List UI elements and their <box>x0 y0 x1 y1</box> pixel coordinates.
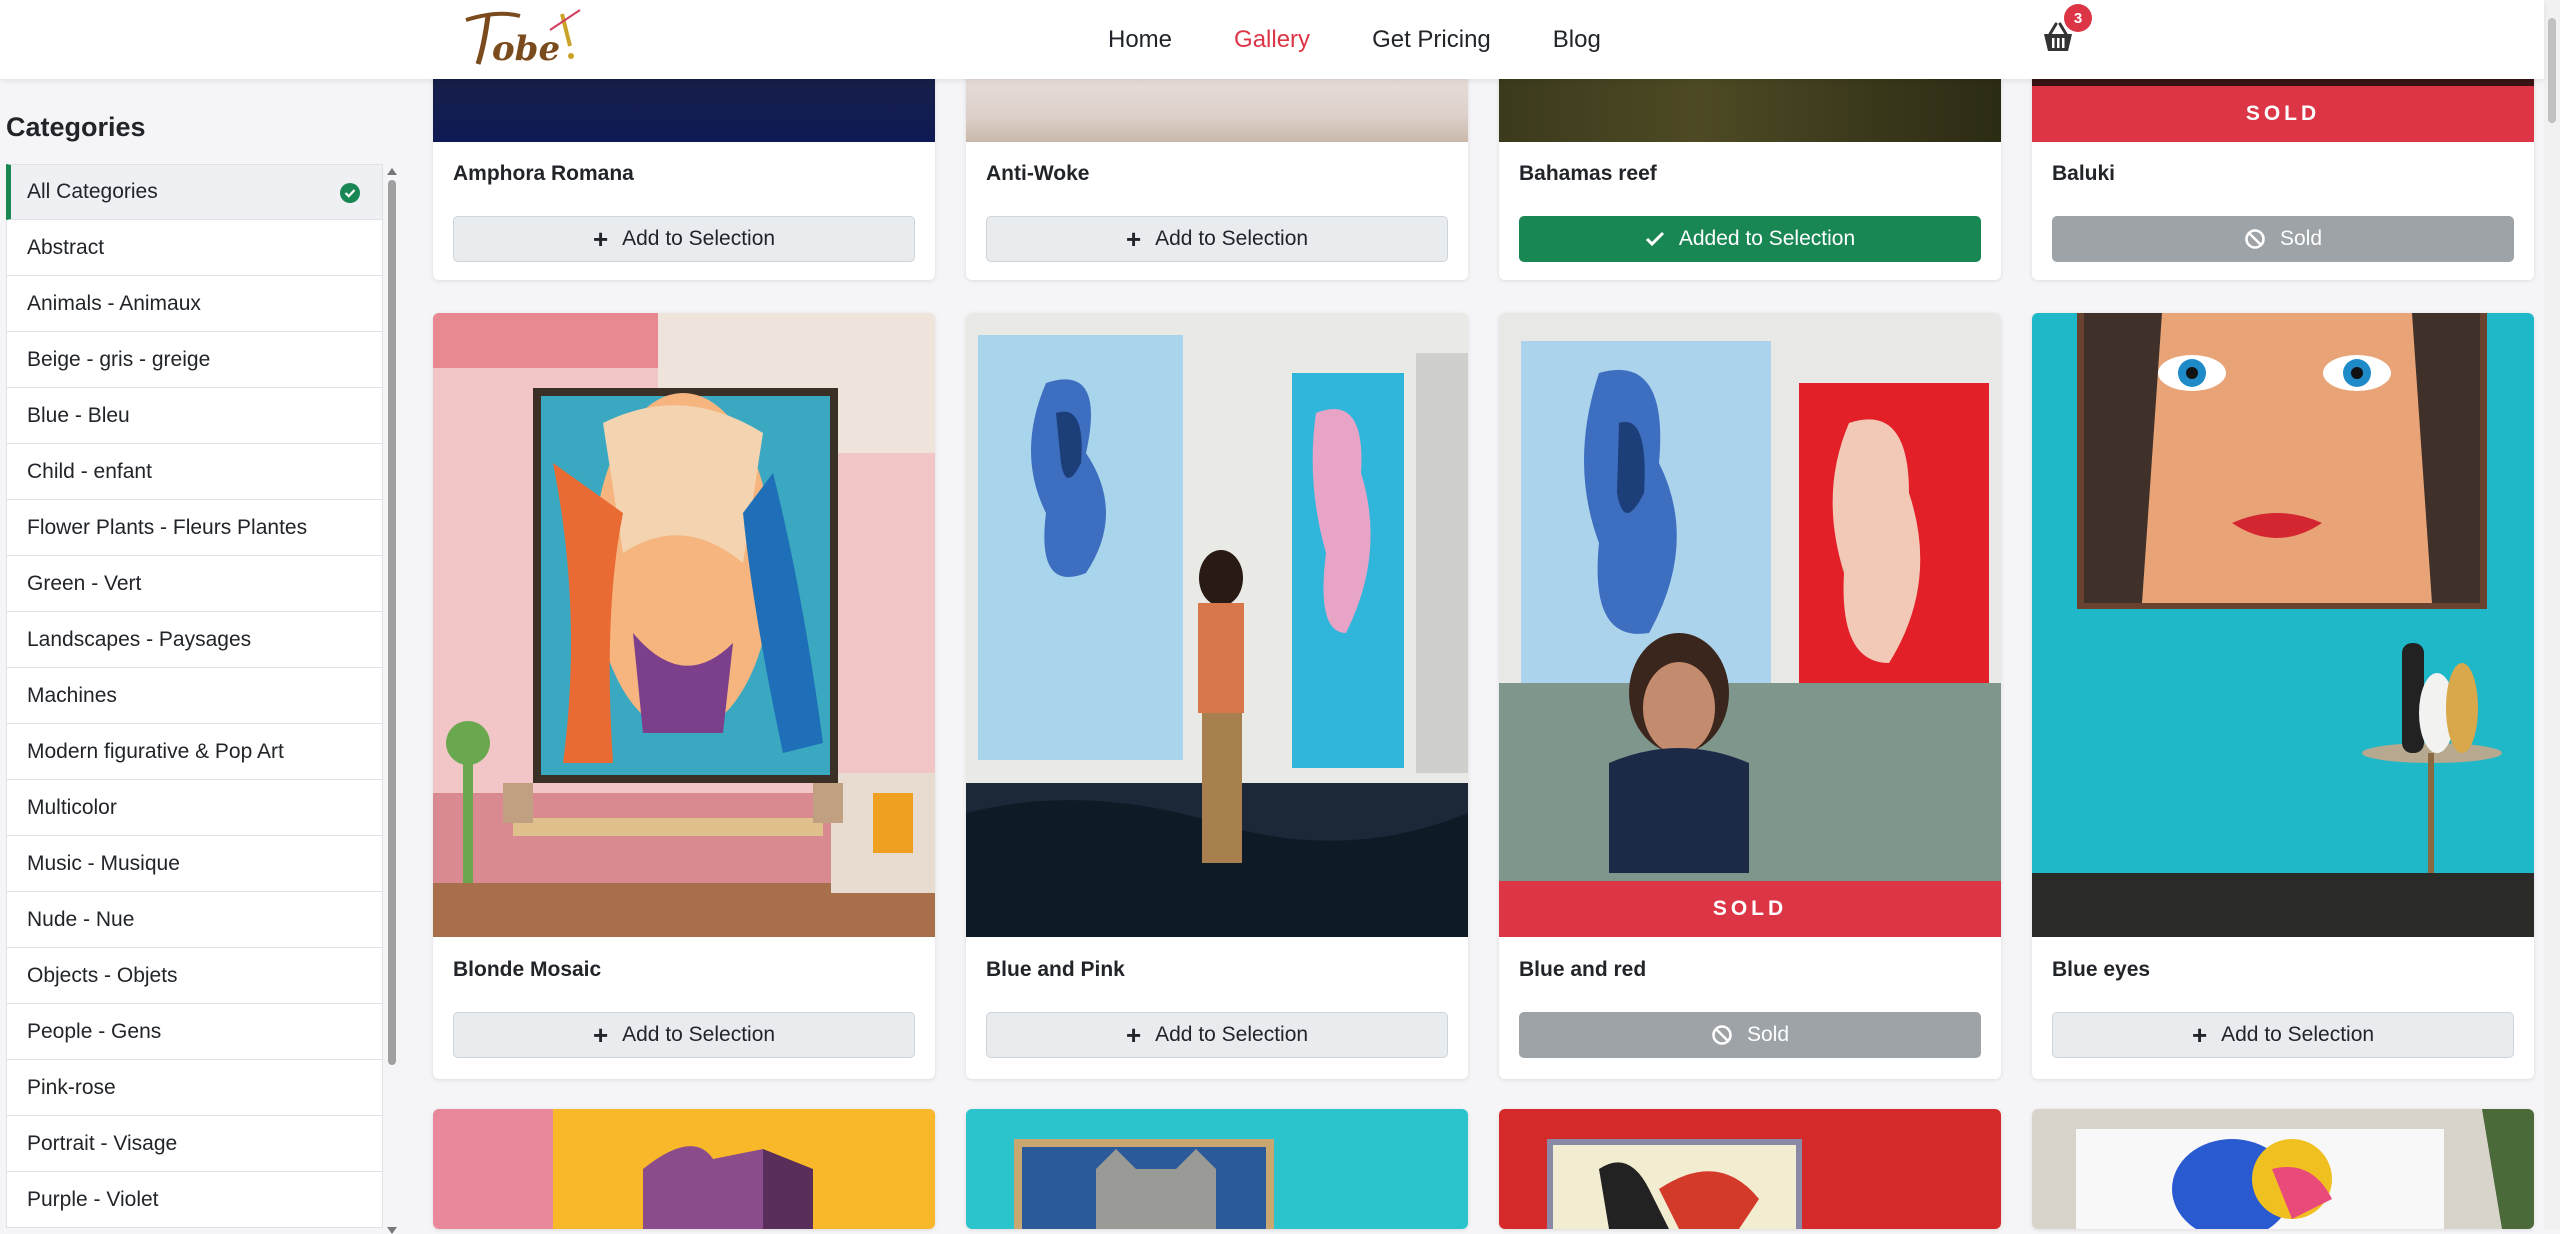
window-scrollbar[interactable] <box>2544 0 2560 1229</box>
plus-icon: + <box>1125 1020 1142 1050</box>
artwork-title: Blonde Mosaic <box>453 958 602 981</box>
sold-banner: SOLD <box>1499 881 2001 937</box>
artwork-card <box>966 1109 1468 1229</box>
artwork-image[interactable] <box>1499 313 2001 937</box>
artwork-image[interactable] <box>433 1109 935 1229</box>
category-landscapes[interactable]: Landscapes - Paysages <box>6 612 383 668</box>
artwork-card: Blonde Mosaic + Add to Selection <box>433 313 935 1079</box>
artwork-card <box>1499 1109 2001 1229</box>
category-label: All Categories <box>27 180 158 203</box>
artwork-image[interactable] <box>2032 313 2534 937</box>
artwork-image[interactable] <box>966 313 1468 937</box>
add-to-selection-button[interactable]: + Add to Selection <box>986 216 1448 262</box>
category-people[interactable]: People - Gens <box>6 1004 383 1060</box>
categories-heading: Categories <box>6 112 146 142</box>
blonde-mosaic-image <box>433 313 935 937</box>
category-machines[interactable]: Machines <box>6 668 383 724</box>
blue-and-pink-image <box>966 313 1468 937</box>
category-purple[interactable]: Purple - Violet <box>6 1172 383 1228</box>
add-to-selection-button[interactable]: + Add to Selection <box>986 1012 1448 1058</box>
category-beige[interactable]: Beige - gris - greige <box>6 332 383 388</box>
cart-count-badge: 3 <box>2064 4 2092 32</box>
add-to-selection-button[interactable]: + Add to Selection <box>453 1012 915 1058</box>
artwork-image[interactable] <box>1499 1109 2001 1229</box>
sold-button: Sold <box>1519 1012 1981 1058</box>
category-portrait[interactable]: Portrait - Visage <box>6 1116 383 1172</box>
plus-icon: + <box>1125 224 1142 254</box>
category-blue[interactable]: Blue - Bleu <box>6 388 383 444</box>
nav-blog[interactable]: Blog <box>1553 26 1601 54</box>
category-objects[interactable]: Objects - Objets <box>6 948 383 1004</box>
artwork-image[interactable] <box>433 313 935 937</box>
artwork-title: Blue and Pink <box>986 958 1125 981</box>
category-all-categories[interactable]: All Categories <box>6 164 383 220</box>
category-nude[interactable]: Nude - Nue <box>6 892 383 948</box>
nav-gallery[interactable]: Gallery <box>1234 26 1310 54</box>
plus-icon: + <box>592 1020 609 1050</box>
artwork-thumbnail-image <box>1499 1109 2001 1229</box>
category-multicolor[interactable]: Multicolor <box>6 780 383 836</box>
artwork-image[interactable] <box>2032 1109 2534 1229</box>
artwork-title: Baluki <box>2052 162 2116 185</box>
artwork-card: Blue and Pink + Add to Selection <box>966 313 1468 1079</box>
category-list: All Categories Abstract Animals - Animau… <box>6 164 383 1229</box>
category-scrollbar[interactable] <box>384 164 400 1234</box>
category-scrollbar-thumb[interactable] <box>388 180 396 1065</box>
category-green[interactable]: Green - Vert <box>6 556 383 612</box>
scroll-up-arrow-icon[interactable] <box>387 168 397 175</box>
scroll-down-arrow-icon[interactable] <box>387 1227 397 1234</box>
blue-eyes-image <box>2032 313 2534 937</box>
category-music[interactable]: Music - Musique <box>6 836 383 892</box>
add-to-selection-button[interactable]: + Add to Selection <box>2052 1012 2514 1058</box>
check-circle-icon <box>340 183 360 203</box>
nav-home[interactable]: Home <box>1108 26 1172 54</box>
plus-icon: + <box>2191 1020 2208 1050</box>
window-scrollbar-thumb[interactable] <box>2548 18 2556 123</box>
nav-get-pricing[interactable]: Get Pricing <box>1372 26 1491 54</box>
artwork-image[interactable] <box>966 1109 1468 1229</box>
plus-icon: + <box>592 224 609 254</box>
artwork-card: Blue eyes + Add to Selection <box>2032 313 2534 1079</box>
main-nav: Home Gallery Get Pricing Blog <box>1108 0 1601 79</box>
artwork-thumbnail-image <box>433 1109 935 1229</box>
ban-icon <box>1712 1025 1732 1045</box>
artwork-card: SOLD Blue and red Sold <box>1499 313 2001 1079</box>
category-child[interactable]: Child - enfant <box>6 444 383 500</box>
artwork-thumbnail-image <box>966 1109 1468 1229</box>
add-to-selection-button[interactable]: + Add to Selection <box>453 216 915 262</box>
sold-banner: SOLD <box>2032 86 2534 142</box>
category-animals[interactable]: Animals - Animaux <box>6 276 383 332</box>
svg-text:obe: obe <box>492 29 560 69</box>
check-icon <box>1645 231 1664 247</box>
artwork-title: Blue eyes <box>2052 958 2151 981</box>
artwork-card <box>2032 1109 2534 1229</box>
sold-button: Sold <box>2052 216 2514 262</box>
artwork-thumbnail-image <box>2032 1109 2534 1229</box>
category-pink[interactable]: Pink-rose <box>6 1060 383 1116</box>
brand-logo[interactable]: obe <box>458 6 588 72</box>
top-navbar: obe Home Gallery Get Pricing Blog 3 <box>0 0 2544 79</box>
artwork-title: Bahamas reef <box>1519 162 1657 185</box>
category-flower-plants[interactable]: Flower Plants - Fleurs Plantes <box>6 500 383 556</box>
added-to-selection-button[interactable]: Added to Selection <box>1519 216 1981 262</box>
artwork-card <box>433 1109 935 1229</box>
artwork-title: Blue and red <box>1519 958 1647 981</box>
blue-and-red-image <box>1499 313 2001 937</box>
ban-icon <box>2245 229 2265 249</box>
category-modern-figurative[interactable]: Modern figurative & Pop Art <box>6 724 383 780</box>
category-abstract[interactable]: Abstract <box>6 220 383 276</box>
artwork-title: Anti-Woke <box>986 162 1090 185</box>
artwork-title: Amphora Romana <box>453 162 634 185</box>
